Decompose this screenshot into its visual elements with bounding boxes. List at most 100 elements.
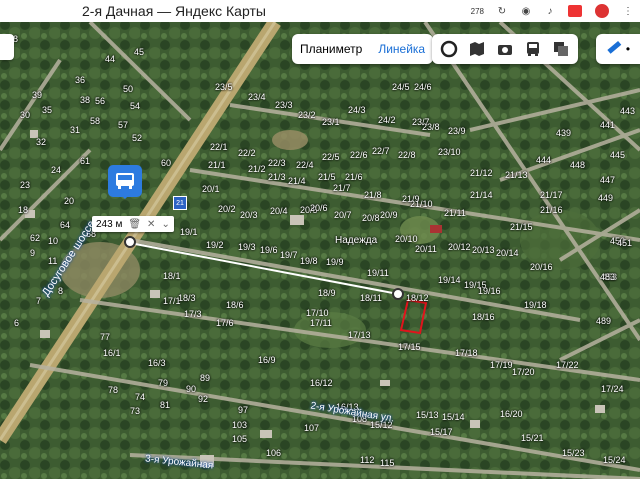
plot-number-label: 89: [200, 373, 211, 383]
plot-number-label: 45: [134, 47, 145, 57]
close-icon[interactable]: ✕: [147, 219, 155, 230]
plot-number-label: 56: [95, 96, 106, 106]
plot-number-label: 21/8: [364, 190, 382, 200]
plot-number-label: 17/10: [306, 308, 329, 318]
plot-number-label: 17/1: [163, 296, 181, 306]
circle-icon[interactable]: [440, 40, 458, 58]
window-title: 2-я Дачная — Яндекс Карты: [82, 3, 266, 19]
plot-number-label: 39: [32, 90, 43, 100]
plot-number-label: 7: [36, 296, 42, 306]
plot-number-label: 20/14: [496, 248, 519, 258]
plot-number-label: 21/13: [505, 170, 528, 180]
ruler-tool-button[interactable]: •: [596, 34, 640, 64]
plot-number-label: 21/7: [333, 183, 351, 193]
plot-number-label: 50: [123, 84, 134, 94]
bus-icon: [116, 173, 134, 189]
plot-number-label: 103: [232, 420, 248, 430]
plot-number-label: 451: [617, 238, 633, 248]
plot-number-label: 22/7: [372, 146, 390, 156]
more-icon: •: [625, 42, 631, 56]
bus-icon[interactable]: [524, 40, 542, 58]
plot-number-label: 22/4: [296, 160, 314, 170]
plot-number-label: 23/2: [298, 110, 316, 120]
plot-number-label: 105: [232, 434, 248, 444]
plot-number-label: 16/20: [500, 409, 523, 419]
delete-icon[interactable]: 🗑: [128, 219, 141, 230]
plot-number-label: 24/2: [378, 115, 396, 125]
plot-number-label: 18/1: [163, 271, 181, 281]
plot-number-label: 21/5: [318, 172, 336, 182]
plot-number-label: 15/17: [430, 427, 453, 437]
plot-number-label: 73: [130, 406, 141, 416]
measure-start-point[interactable]: [124, 236, 136, 248]
plot-number-label: 20/8: [362, 213, 380, 223]
plot-number-label: 64: [60, 220, 71, 230]
plot-number-label: 20/10: [395, 234, 418, 244]
plot-number-label: 112: [360, 455, 375, 465]
plot-number-label: 77: [100, 332, 111, 342]
plot-number-label: 9: [30, 248, 36, 258]
plot-number-label: 31: [70, 125, 81, 135]
layer-toolbar: [432, 34, 578, 64]
refresh-icon: ↻: [497, 5, 507, 17]
measure-end-point[interactable]: [392, 288, 404, 300]
plot-number-label: 19/18: [524, 300, 547, 310]
panorama-icon[interactable]: [468, 40, 486, 58]
plot-number-label: 36: [75, 75, 86, 85]
bus-stop-marker[interactable]: [108, 165, 142, 199]
plot-number-label: 20/12: [448, 242, 471, 252]
plot-number-label: 17/15: [398, 342, 421, 352]
side-panel-handle[interactable]: [0, 34, 14, 60]
plot-number-label: 19/16: [478, 286, 501, 296]
plot-number-label: 19/9: [326, 257, 344, 267]
camera-icon[interactable]: [496, 40, 514, 58]
route-badge: 21: [173, 196, 187, 210]
plot-number-label: 61: [80, 156, 91, 166]
plot-number-label: 106: [266, 448, 282, 458]
plot-number-label: 20/11: [415, 244, 437, 254]
plot-number-label: 18/12: [406, 293, 429, 303]
plot-number-label: 52: [132, 133, 143, 143]
plot-number-label: 23/1: [322, 117, 340, 127]
plot-number-label: 20/3: [240, 210, 258, 220]
plot-number-label: 97: [238, 405, 249, 415]
plot-number-label: 22/6: [350, 150, 368, 160]
plot-number-label: 17/24: [601, 384, 624, 394]
plot-number-label: 19/6: [260, 245, 278, 255]
plot-number-label: 74: [135, 392, 146, 402]
plot-number-label: 32: [36, 137, 47, 147]
plot-number-label: 21/3: [268, 172, 286, 182]
avatar[interactable]: [594, 3, 610, 19]
plot-number-label: 58: [90, 116, 101, 126]
plot-number-label: 60: [161, 158, 172, 168]
plot-number-label: 21/2: [248, 164, 266, 174]
plot-number-label: 23/5: [215, 82, 233, 92]
ruler-button[interactable]: Линейка: [370, 42, 433, 56]
ruler-icon: [606, 39, 622, 60]
plot-number-label: 24/3: [348, 105, 366, 115]
plot-number-label: 23/10: [438, 147, 461, 157]
plot-number-label: 16/3: [148, 358, 166, 368]
plot-number-label: 35: [42, 105, 53, 115]
measure-toolbar: Планиметр Линейка: [292, 34, 434, 64]
plot-number-label: 22/1: [210, 142, 228, 152]
status-bar: 2-я Дачная — Яндекс Карты 278 ↻ ◉ ♪ ⋮: [0, 0, 640, 22]
distance-label: 243 м 🗑 ✕ ⌄: [92, 216, 174, 232]
menu-icon[interactable]: ⋮: [622, 5, 634, 17]
plot-number-label: 21/14: [470, 190, 493, 200]
satellite-map[interactable]: 23/5 23/4 23/3 23/2 23/1 24/5 24/6 24/3 24/2 23/7…: [0, 22, 640, 479]
layers-icon[interactable]: [552, 40, 570, 58]
planimeter-button[interactable]: Планиметр: [292, 42, 370, 56]
plot-number-label: 22/3: [268, 158, 286, 168]
plot-number-label: 19/11: [367, 268, 389, 278]
plot-number-label: 10: [48, 236, 59, 246]
plot-number-label: 20: [64, 196, 75, 206]
plot-number-label: 18/16: [472, 312, 495, 322]
bell-icon: ♪: [547, 5, 553, 17]
plot-number-label: 19/7: [280, 250, 298, 260]
plot-number-label: 21/10: [410, 199, 433, 209]
chevron-down-icon[interactable]: ⌄: [161, 219, 169, 230]
plot-number-label: 21/17: [540, 190, 563, 200]
plot-number-label: 19/1: [180, 227, 198, 237]
plot-number-label: 17/11: [310, 318, 332, 328]
